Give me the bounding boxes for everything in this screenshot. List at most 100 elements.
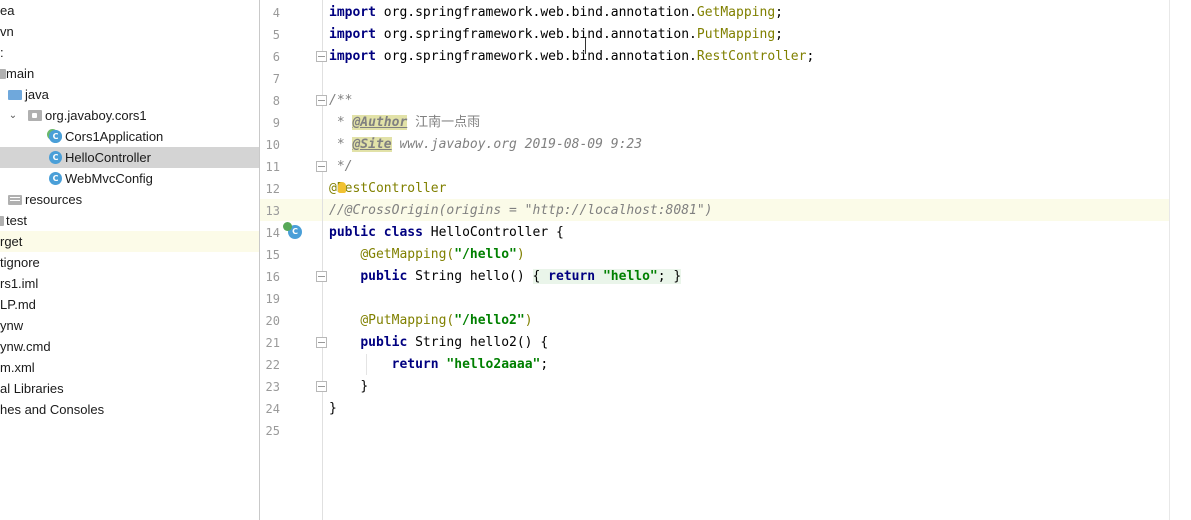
keyword-public: public bbox=[360, 269, 408, 284]
class-declaration: HelloController { bbox=[422, 225, 564, 240]
keyword-return: return bbox=[548, 269, 596, 284]
code-line-9: * @Author 江南一点雨 bbox=[329, 112, 480, 134]
close-paren: ) bbox=[516, 247, 525, 262]
error-stripe[interactable] bbox=[1170, 0, 1191, 520]
code-line-14: public class HelloController { bbox=[329, 222, 564, 244]
doc-comment-star: * bbox=[329, 137, 353, 152]
tree-item-label: al Libraries bbox=[0, 381, 64, 396]
project-tree[interactable]: ea vn : main java ⌄ org.javaboy.cors1 C … bbox=[0, 0, 260, 520]
line-number: 20 bbox=[265, 314, 280, 328]
editor-gutter[interactable]: 4 5 6 7 8 9 10 11 12 13 14 15 16 19 20 2… bbox=[260, 0, 327, 520]
code-line-16: public String hello() { return "hello"; … bbox=[329, 266, 682, 288]
keyword-public: public bbox=[329, 225, 376, 240]
tree-item-external-libraries[interactable]: al Libraries bbox=[0, 378, 259, 399]
tree-item-label: test bbox=[6, 213, 27, 228]
tree-item-pom[interactable]: m.xml bbox=[0, 357, 259, 378]
line-number: 23 bbox=[265, 380, 280, 394]
line-number: 5 bbox=[272, 28, 280, 42]
tree-item-resources[interactable]: resources bbox=[0, 189, 259, 210]
tree-item-label: tignore bbox=[0, 255, 40, 270]
tree-item-label: WebMvcConfig bbox=[65, 171, 153, 186]
tree-item-help-md[interactable]: LP.md bbox=[0, 294, 259, 315]
tree-item-label: resources bbox=[25, 192, 83, 207]
close-brace: } bbox=[329, 401, 337, 416]
annotation-putmapping: @PutMapping( bbox=[360, 313, 455, 328]
code-line-15: @GetMapping("/hello") bbox=[329, 244, 525, 266]
tree-item-label: Cors1Application bbox=[65, 129, 164, 144]
code-line-20: @PutMapping("/hello2") bbox=[329, 310, 532, 332]
line-number: 21 bbox=[265, 336, 280, 350]
semicolon: ; bbox=[775, 5, 783, 20]
tree-item-idea[interactable]: ea bbox=[0, 0, 259, 21]
semicolon: ; bbox=[540, 357, 549, 372]
tree-item-label: rs1.iml bbox=[0, 276, 39, 291]
line-number: 25 bbox=[265, 424, 280, 438]
folded-method-body[interactable]: { return "hello"; } bbox=[532, 269, 682, 284]
spring-app-class-icon: C bbox=[49, 130, 62, 143]
semicolon: ; bbox=[806, 49, 815, 64]
tree-item-label: vn bbox=[0, 24, 14, 39]
indent-guide bbox=[366, 354, 367, 375]
resources-folder-icon bbox=[8, 195, 22, 205]
class-ref-getmapping: GetMapping bbox=[696, 5, 776, 20]
code-line-12: @RestController bbox=[329, 178, 446, 200]
code-line-6: import org.springframework.web.bind.anno… bbox=[329, 46, 814, 68]
semicolon-close: ; } bbox=[657, 269, 682, 284]
line-number: 6 bbox=[272, 50, 280, 64]
tree-item-mvnw-cmd[interactable]: ynw.cmd bbox=[0, 336, 259, 357]
tree-item-label: ynw bbox=[0, 318, 24, 333]
code-line-22: return "hello2aaaa"; bbox=[329, 354, 549, 376]
tree-item-label: main bbox=[6, 66, 35, 81]
tree-item-src[interactable]: : bbox=[0, 42, 259, 63]
tree-item-iml[interactable]: rs1.iml bbox=[0, 273, 259, 294]
code-line-21: public String hello2() { bbox=[329, 332, 548, 354]
line-number: 13 bbox=[265, 204, 280, 218]
folder-icon bbox=[0, 216, 4, 226]
line-number: 19 bbox=[265, 292, 280, 306]
tree-item-gitignore[interactable]: tignore bbox=[0, 252, 259, 273]
tree-item-package[interactable]: ⌄ org.javaboy.cors1 bbox=[0, 105, 259, 126]
code-line-23: } bbox=[329, 376, 368, 398]
tree-item-webmvcconfig[interactable]: C WebMvcConfig bbox=[0, 168, 259, 189]
keyword-import: import bbox=[329, 27, 376, 42]
keyword-public: public bbox=[360, 335, 408, 350]
doc-tag-site: @Site bbox=[352, 137, 392, 152]
semicolon: ; bbox=[775, 27, 783, 42]
annotation-restcontroller: @RestController bbox=[329, 181, 447, 196]
string-hello2aaaa: "hello2aaaa" bbox=[446, 357, 541, 372]
tree-item-cors1application[interactable]: C Cors1Application bbox=[0, 126, 259, 147]
keyword-import: import bbox=[329, 49, 376, 64]
tree-item-scratches[interactable]: hes and Consoles bbox=[0, 399, 259, 420]
tree-item-mvnw[interactable]: ynw bbox=[0, 315, 259, 336]
doc-tag-author: @Author bbox=[352, 115, 408, 130]
string-hello2-path: "/hello2" bbox=[454, 313, 525, 328]
code-line-8: /** bbox=[329, 90, 352, 112]
code-line-24: } bbox=[329, 398, 337, 420]
keyword-class: class bbox=[383, 225, 423, 240]
tree-item-mvn[interactable]: vn bbox=[0, 21, 259, 42]
annotation-getmapping: @GetMapping( bbox=[360, 247, 455, 262]
line-number: 9 bbox=[272, 116, 280, 130]
tree-item-main[interactable]: main bbox=[0, 63, 259, 84]
tree-item-java[interactable]: java bbox=[0, 84, 259, 105]
keyword-import: import bbox=[329, 5, 376, 20]
code-line-4: import org.springframework.web.bind.anno… bbox=[329, 2, 783, 24]
close-brace: } bbox=[360, 379, 369, 394]
open-brace: { bbox=[532, 269, 549, 284]
line-number: 10 bbox=[265, 138, 280, 152]
doc-site-value: www.javaboy.org 2019-08-09 9:23 bbox=[391, 137, 643, 152]
tree-item-label: LP.md bbox=[0, 297, 36, 312]
tree-item-label: java bbox=[25, 87, 49, 102]
line-number: 22 bbox=[265, 358, 280, 372]
lightbulb-icon[interactable] bbox=[338, 182, 346, 193]
tree-item-target[interactable]: rget bbox=[0, 231, 259, 252]
source-folder-icon bbox=[8, 90, 22, 100]
chevron-down-icon[interactable]: ⌄ bbox=[7, 105, 19, 126]
class-icon: C bbox=[49, 172, 62, 185]
tree-item-test[interactable]: test bbox=[0, 210, 259, 231]
tree-item-hellocontroller[interactable]: C HelloController bbox=[0, 147, 259, 168]
code-editor[interactable]: import org.springframework.web.bind.anno… bbox=[323, 0, 1169, 520]
line-number: 8 bbox=[272, 94, 280, 108]
package-path: org.springframework.web.bind.annotation. bbox=[375, 27, 697, 42]
spring-bean-gutter-icon[interactable]: C bbox=[283, 222, 302, 239]
